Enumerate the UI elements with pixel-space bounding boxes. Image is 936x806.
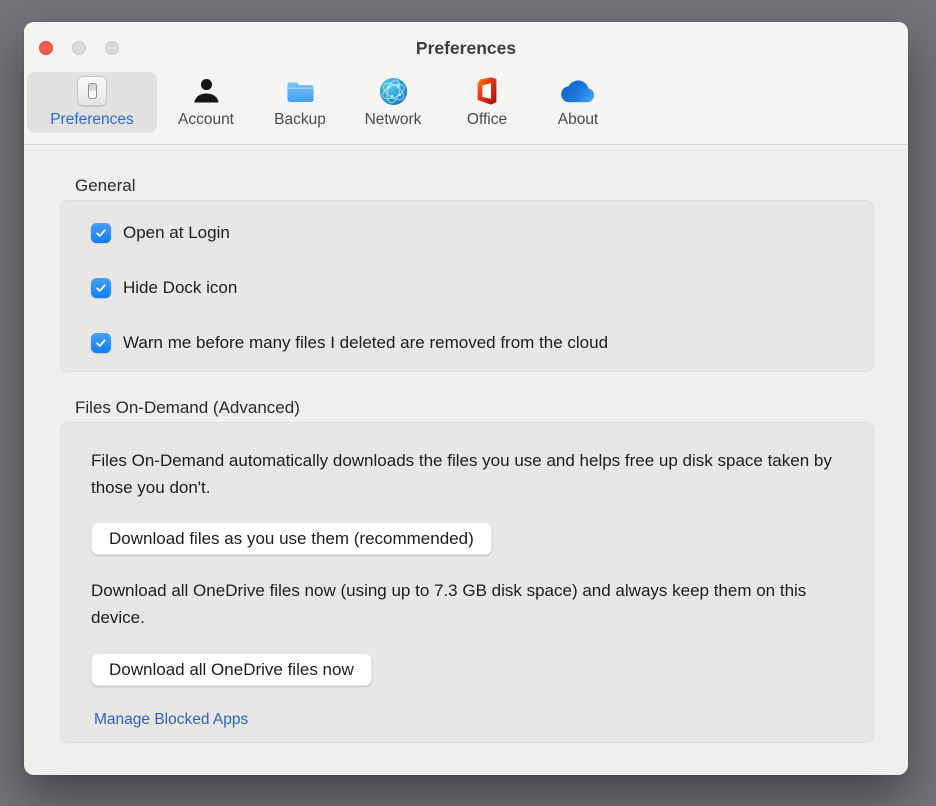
- tab-network[interactable]: Network: [348, 72, 438, 133]
- warn-before-delete-row[interactable]: Warn me before many files I deleted are …: [91, 329, 873, 357]
- hide-dock-icon-label: Hide Dock icon: [123, 278, 238, 297]
- preferences-window: Preferences Preferences Account Backup N…: [24, 22, 908, 775]
- files-on-demand-heading: Files On-Demand (Advanced): [75, 398, 300, 417]
- manage-blocked-apps-link[interactable]: Manage Blocked Apps: [94, 711, 248, 729]
- tab-backup-label: Backup: [274, 111, 326, 128]
- folder-icon: [284, 72, 317, 110]
- download-all-files-button[interactable]: Download all OneDrive files now: [91, 653, 372, 686]
- open-at-login-row[interactable]: Open at Login: [91, 219, 873, 247]
- tab-network-label: Network: [364, 111, 422, 128]
- files-on-demand-group-box: Files On-Demand automatically downloads …: [60, 422, 874, 743]
- hide-dock-icon-row[interactable]: Hide Dock icon: [91, 274, 873, 302]
- window-title: Preferences: [415, 38, 517, 58]
- titlebar-toolbar: Preferences Preferences Account Backup N…: [24, 22, 908, 145]
- tab-backup[interactable]: Backup: [255, 72, 345, 133]
- tab-office-label: Office: [466, 111, 508, 128]
- hide-dock-icon-checkbox[interactable]: [91, 278, 111, 298]
- tab-account-label: Account: [177, 111, 234, 128]
- warn-before-delete-checkbox[interactable]: [91, 333, 111, 353]
- tab-preferences-label: Preferences: [50, 111, 134, 128]
- person-icon: [191, 72, 222, 110]
- download-all-description: Download all OneDrive files now (using u…: [91, 581, 807, 627]
- files-on-demand-description: Files On-Demand automatically downloads …: [91, 451, 832, 497]
- tab-preferences[interactable]: Preferences: [27, 72, 157, 133]
- tab-about-label: About: [557, 111, 599, 128]
- download-files-as-used-button[interactable]: Download files as you use them (recommen…: [91, 522, 492, 555]
- tab-office[interactable]: Office: [442, 72, 532, 133]
- warn-before-delete-label: Warn me before many files I deleted are …: [123, 333, 609, 352]
- globe-icon: [378, 72, 409, 110]
- open-at-login-checkbox[interactable]: [91, 223, 111, 243]
- tab-about[interactable]: About: [533, 72, 623, 133]
- office-logo-icon: [472, 72, 502, 110]
- general-heading: General: [75, 176, 136, 195]
- switch-icon: [77, 72, 107, 110]
- open-at-login-label: Open at Login: [123, 223, 230, 242]
- onedrive-cloud-icon: [561, 72, 595, 110]
- tab-account[interactable]: Account: [161, 72, 251, 133]
- general-group-box: Open at Login Hide Dock icon Warn me bef…: [60, 200, 874, 372]
